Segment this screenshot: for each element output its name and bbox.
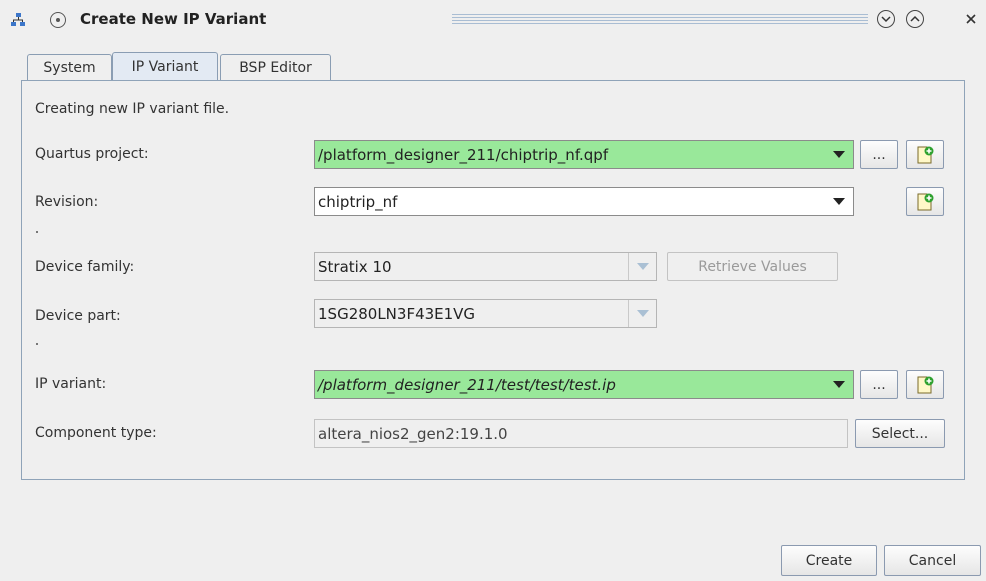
quartus-project-browse-button[interactable]: ... [860, 140, 898, 169]
quartus-project-label: Quartus project: [35, 146, 149, 162]
select-label: Select... [871, 425, 929, 442]
new-quartus-project-button[interactable] [906, 140, 944, 169]
device-part-label: Device part: [35, 308, 121, 324]
ip-variant-label: IP variant: [35, 376, 107, 392]
browse-label: ... [872, 146, 886, 163]
title-grip [452, 14, 868, 26]
chevron-down-icon[interactable] [825, 141, 853, 168]
component-type-value: altera_nios2_gen2:19.1.0 [318, 424, 508, 443]
new-file-plus-icon [917, 376, 934, 393]
browse-label: ... [872, 376, 886, 393]
select-component-button[interactable]: Select... [855, 419, 945, 448]
minimize-icon[interactable] [877, 10, 895, 28]
device-family-label: Device family: [35, 259, 135, 275]
chevron-down-icon [628, 253, 656, 280]
create-button[interactable]: Create [781, 545, 877, 576]
retrieve-values-button[interactable]: Retrieve Values [667, 252, 838, 281]
tab-label: IP Variant [131, 58, 199, 75]
tab-bsp-editor[interactable]: BSP Editor [220, 54, 331, 80]
device-family-combo[interactable]: Stratix 10 [314, 252, 657, 281]
maximize-icon[interactable] [906, 10, 924, 28]
ip-variant-combo[interactable]: /platform_designer_211/test/test/test.ip [314, 370, 854, 399]
window-title: Create New IP Variant [80, 10, 267, 28]
close-icon[interactable] [962, 10, 980, 28]
separator-dot [36, 231, 38, 233]
quartus-project-combo[interactable]: /platform_designer_211/chiptrip_nf.qpf [314, 140, 854, 169]
tab-label: System [43, 59, 96, 76]
device-family-value: Stratix 10 [318, 257, 392, 276]
cancel-button[interactable]: Cancel [884, 545, 981, 576]
component-type-label: Component type: [35, 425, 157, 441]
chevron-down-icon[interactable] [825, 371, 853, 398]
separator-dot [36, 343, 38, 345]
revision-label: Revision: [35, 194, 99, 210]
revision-value: chiptrip_nf [318, 192, 398, 211]
ip-variant-value: /platform_designer_211/test/test/test.ip [318, 375, 616, 394]
component-type-field: altera_nios2_gen2:19.1.0 [314, 419, 848, 448]
window-menu-icon[interactable] [50, 12, 66, 28]
new-revision-button[interactable] [906, 187, 944, 216]
device-part-value: 1SG280LN3F43E1VG [318, 304, 476, 323]
quartus-project-value: /platform_designer_211/chiptrip_nf.qpf [318, 145, 609, 164]
ip-variant-browse-button[interactable]: ... [860, 370, 898, 399]
create-label: Create [805, 552, 853, 569]
chevron-down-icon[interactable] [825, 188, 853, 215]
new-file-plus-icon [917, 146, 934, 163]
new-file-plus-icon [917, 193, 934, 210]
device-part-combo[interactable]: 1SG280LN3F43E1VG [314, 299, 657, 328]
new-ip-variant-button[interactable] [906, 370, 944, 399]
chevron-down-icon [628, 300, 656, 327]
tab-label: BSP Editor [239, 59, 312, 76]
retrieve-values-label: Retrieve Values [698, 258, 807, 275]
tab-system[interactable]: System [27, 54, 112, 80]
title-bar[interactable]: Create New IP Variant [0, 0, 986, 40]
tab-ip-variant[interactable]: IP Variant [112, 52, 218, 80]
cancel-label: Cancel [908, 552, 957, 569]
revision-combo[interactable]: chiptrip_nf [314, 187, 854, 216]
intro-text: Creating new IP variant file. [35, 101, 230, 117]
network-tree-icon [11, 13, 25, 26]
